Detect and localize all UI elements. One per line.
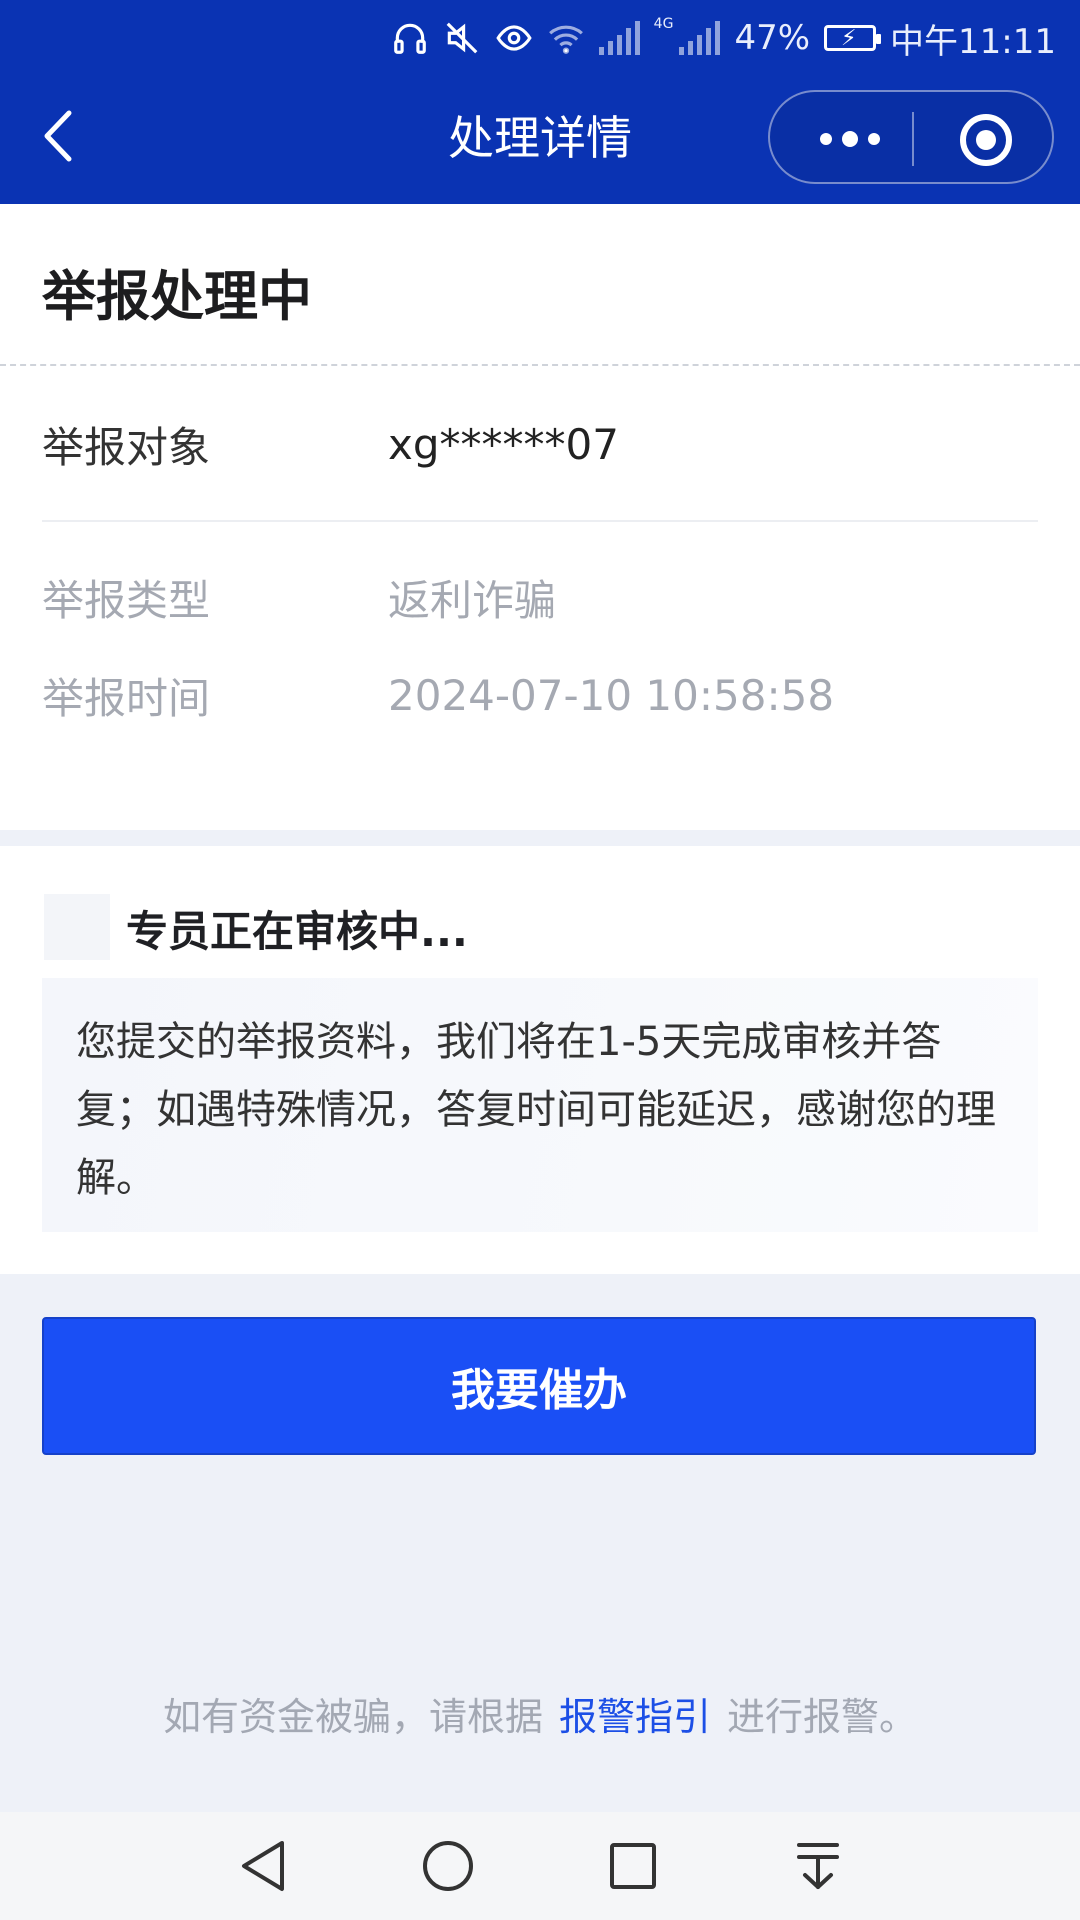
capsule-divider [912, 112, 914, 166]
review-card: 专员正在审核中... 您提交的举报资料，我们将在1-5天完成审核并答复；如遇特殊… [0, 846, 1080, 1274]
review-status-icon [44, 894, 110, 960]
wifi-icon [548, 25, 583, 54]
footer-prefix: 如有资金被骗，请根据 [162, 1695, 543, 1739]
review-notice: 您提交的举报资料，我们将在1-5天完成审核并答复；如遇特殊情况，答复时间可能延迟… [42, 978, 1038, 1232]
police-guide-link[interactable]: 报警指引 [543, 1695, 727, 1739]
square-recents-icon [609, 1843, 656, 1889]
nav-home-button[interactable] [418, 1836, 478, 1896]
dashed-divider [0, 364, 1080, 366]
field-value: xg******07 [388, 419, 619, 469]
more-dot-icon [842, 131, 858, 147]
more-dot-icon [820, 133, 832, 145]
review-title: 专员正在审核中... [126, 907, 468, 956]
network-type: 4G [653, 16, 674, 32]
triangle-back-icon [241, 1841, 284, 1891]
report-summary-card: 举报处理中 举报对象 xg******07 举报类型 返利诈骗 举报时间 202… [0, 204, 1080, 830]
signal-icon [598, 21, 640, 55]
field-value: 返利诈骗 [388, 575, 557, 625]
more-dot-icon [868, 133, 880, 145]
row-divider [42, 520, 1038, 522]
nav-back-button[interactable] [233, 1836, 293, 1896]
close-target-icon[interactable] [958, 112, 1014, 168]
field-label: 举报时间 [42, 673, 211, 723]
report-status-heading: 举报处理中 [42, 265, 312, 328]
battery-percent: 47% [734, 18, 811, 58]
clock: 中午11:11 [890, 21, 1056, 62]
mini-program-capsule [768, 90, 1054, 184]
field-value: 2024-07-10 10:58:58 [388, 670, 835, 720]
headphones-icon [393, 23, 426, 54]
status-bar: 4G 47% ⚡ 中午11:11 [391, 14, 1056, 62]
urge-button[interactable]: 我要催办 [42, 1317, 1036, 1455]
eye-icon [496, 25, 532, 51]
system-nav-bar [0, 1812, 1080, 1920]
report-type-row: 举报类型 返利诈骗 [42, 567, 1038, 627]
footer-suffix: 进行报警。 [727, 1695, 918, 1739]
battery-icon: ⚡ [824, 25, 882, 51]
mute-icon [446, 22, 478, 54]
nav-recents-button[interactable] [603, 1836, 663, 1896]
top-bar: 4G 47% ⚡ 中午11:11 处理详情 [0, 0, 1080, 204]
report-time-row: 举报时间 2024-07-10 10:58:58 [42, 665, 1038, 725]
field-label: 举报类型 [42, 575, 211, 625]
pull-down-icon [796, 1843, 839, 1889]
nav-notification-button[interactable] [788, 1836, 848, 1896]
report-target-row: 举报对象 xg******07 [42, 414, 1038, 474]
more-button[interactable] [810, 122, 890, 156]
signal-4g-icon [679, 21, 721, 55]
field-label: 举报对象 [42, 422, 211, 472]
footer-note: 如有资金被骗，请根据 报警指引 进行报警。 [0, 1686, 1080, 1741]
circle-home-icon [422, 1841, 473, 1891]
